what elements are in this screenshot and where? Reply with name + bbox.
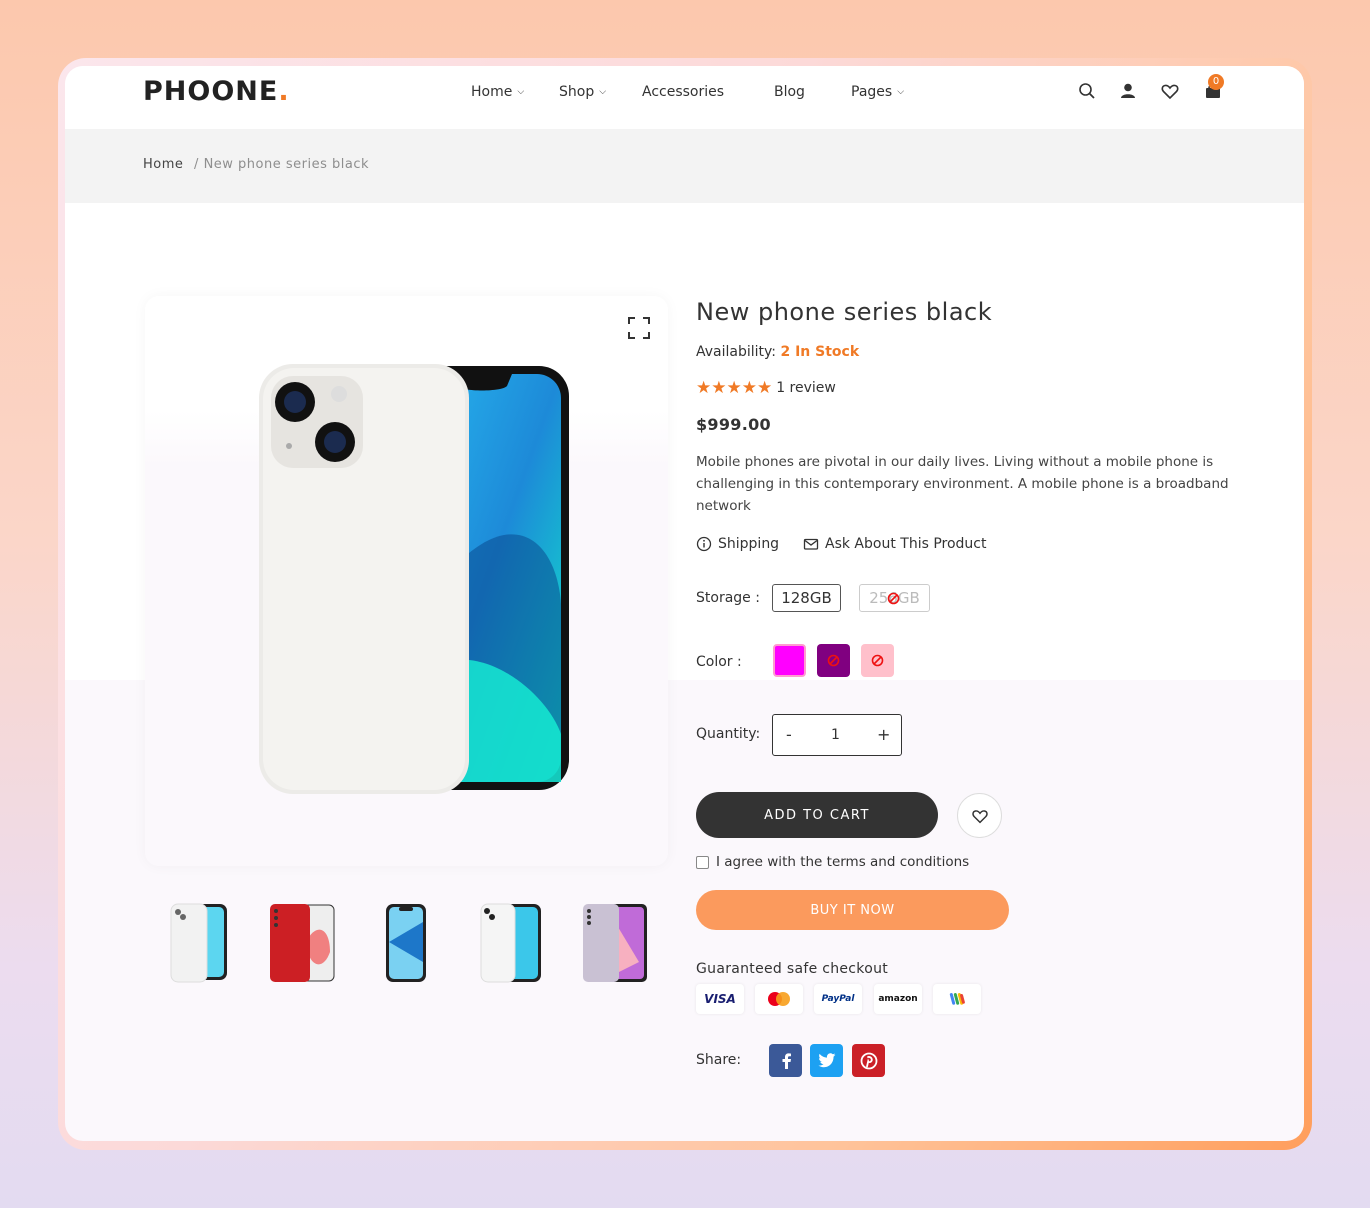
mail-icon	[803, 538, 819, 550]
info-icon	[696, 536, 712, 552]
breadcrumb: Home / New phone series black	[143, 157, 369, 172]
breadcrumb-bar: Home / New phone series black	[65, 129, 1304, 203]
quantity-plus-button[interactable]: +	[877, 725, 890, 744]
paypal-icon: PayPal	[814, 984, 862, 1014]
pinterest-icon[interactable]	[852, 1044, 885, 1077]
storage-option-128gb[interactable]: 128GB	[772, 584, 841, 612]
price: $999.00	[696, 415, 771, 434]
terms-label: I agree with the terms and conditions	[716, 854, 970, 870]
mastercard-icon	[755, 984, 803, 1014]
heart-icon	[971, 809, 988, 823]
cart-count-badge: 0	[1208, 74, 1224, 90]
logo-dot: .	[278, 76, 290, 107]
nav-shop-label: Shop	[559, 84, 595, 100]
stock-status: 2 In Stock	[780, 344, 860, 360]
user-icon[interactable]	[1117, 80, 1139, 102]
nav-accessories-label: Accessories	[642, 84, 725, 100]
product-page: PHOONE. Home ⌵ Shop ⌵ Accessories Blog P…	[65, 66, 1304, 1141]
color-label: Color :	[696, 654, 742, 670]
breadcrumb-separator: /	[194, 157, 199, 172]
product-title: New phone series black	[696, 298, 993, 326]
color-swatch-magenta[interactable]	[773, 644, 806, 677]
chevron-down-icon: ⌵	[599, 87, 607, 97]
quantity-minus-button[interactable]: -	[786, 725, 792, 744]
main-product-image[interactable]	[145, 296, 668, 866]
terms-agreement: I agree with the terms and conditions	[696, 854, 969, 870]
unavailable-icon	[827, 654, 840, 667]
thumbnail-2[interactable]	[268, 902, 338, 984]
phone-image	[259, 364, 569, 794]
visa-icon: VISA	[696, 984, 744, 1014]
color-swatch-purple[interactable]	[817, 644, 850, 677]
storage-option-256gb[interactable]: 256GB	[859, 584, 930, 612]
ask-label: Ask About This Product	[825, 536, 987, 552]
logo[interactable]: PHOONE.	[143, 76, 290, 107]
nav-pages-label: Pages	[851, 84, 893, 100]
chevron-down-icon: ⌵	[517, 87, 525, 97]
thumbnail-5[interactable]	[579, 902, 649, 984]
buy-now-button[interactable]: BUY IT NOW	[696, 890, 1009, 930]
facebook-icon[interactable]	[769, 1044, 802, 1077]
site-header: PHOONE. Home ⌵ Shop ⌵ Accessories Blog P…	[65, 66, 1304, 129]
twitter-icon[interactable]	[810, 1044, 843, 1077]
unavailable-icon	[871, 654, 884, 667]
expand-icon[interactable]	[627, 316, 651, 340]
shipping-link[interactable]: Shipping	[696, 536, 779, 552]
share-label: Share:	[696, 1052, 742, 1068]
search-icon[interactable]	[1076, 80, 1098, 102]
color-swatch-pink[interactable]	[861, 644, 894, 677]
nav-accessories[interactable]: Accessories	[642, 84, 724, 100]
thumbnail-1[interactable]	[165, 902, 235, 984]
quantity-stepper: - 1 +	[772, 714, 902, 756]
review-count[interactable]: 1 review	[776, 380, 836, 396]
shipping-label: Shipping	[718, 536, 780, 552]
chevron-down-icon: ⌵	[897, 87, 905, 97]
rating: ★★★★★ 1 review	[696, 378, 836, 398]
quantity-label: Quantity:	[696, 726, 761, 742]
thumbnail-4[interactable]	[475, 902, 545, 984]
availability: Availability: 2 In Stock	[696, 344, 859, 360]
breadcrumb-home[interactable]: Home	[143, 157, 183, 172]
unavailable-icon	[887, 592, 900, 605]
availability-label: Availability:	[696, 344, 777, 360]
product-description: Mobile phones are pivotal in our daily l…	[696, 454, 1229, 514]
add-to-cart-button[interactable]: ADD TO CART	[696, 792, 938, 838]
quantity-input[interactable]: 1	[831, 727, 840, 743]
heart-icon[interactable]	[1159, 80, 1181, 102]
nav-blog-label: Blog	[774, 84, 805, 100]
wishlist-button[interactable]	[957, 793, 1002, 838]
nav-shop[interactable]: Shop ⌵	[559, 84, 606, 100]
logo-text: PHOONE	[143, 76, 279, 107]
google-wallet-icon	[933, 984, 981, 1014]
ask-product-link[interactable]: Ask About This Product	[803, 536, 987, 552]
nav-pages[interactable]: Pages ⌵	[851, 84, 904, 100]
star-rating-icons: ★★★★★	[696, 378, 773, 398]
nav-home[interactable]: Home ⌵	[471, 84, 524, 100]
terms-checkbox[interactable]	[696, 855, 709, 869]
thumbnail-3[interactable]	[371, 902, 441, 984]
checkout-label: Guaranteed safe checkout	[696, 961, 889, 977]
storage-label: Storage :	[696, 590, 760, 606]
amazon-icon: amazon	[874, 984, 922, 1014]
nav-blog[interactable]: Blog	[774, 84, 805, 100]
breadcrumb-current: New phone series black	[203, 157, 370, 172]
nav-home-label: Home	[471, 84, 513, 100]
